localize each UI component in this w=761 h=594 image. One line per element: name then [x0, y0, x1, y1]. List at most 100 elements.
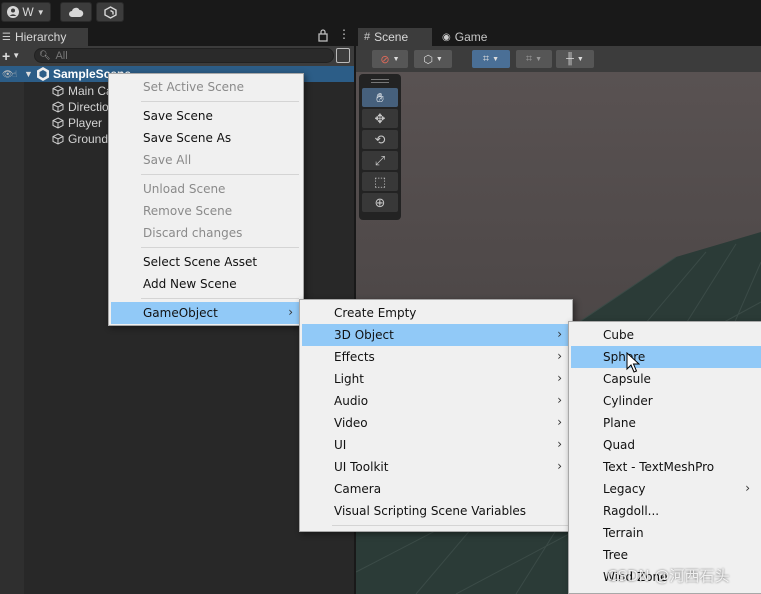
menu-item-effects[interactable]: Effects › — [302, 346, 570, 368]
grid-snap-icon: ⌗ — [482, 52, 490, 65]
menu-item-legacy[interactable]: Legacy › — [571, 478, 761, 500]
expand-arrow-icon[interactable]: ▼ — [24, 69, 36, 79]
tab-scene[interactable]: # Scene — [358, 28, 432, 46]
menu-item-label: Legacy — [603, 482, 646, 496]
gizmo-space-button[interactable]: ⬡ ▼ — [414, 50, 452, 68]
menu-item-quad[interactable]: Quad — [571, 434, 761, 456]
collab-icon — [103, 5, 117, 19]
transform-tool-button[interactable]: ⊕ — [362, 193, 398, 212]
chevron-right-icon: › — [557, 371, 562, 385]
menu-item-light[interactable]: Light › — [302, 368, 570, 390]
rect-tool-button[interactable]: ⬚ — [362, 172, 398, 191]
hand-icon: ✋︎ — [376, 89, 384, 105]
menu-item-camera[interactable]: Camera — [302, 478, 570, 500]
grid-snap-button[interactable]: ⌗ ▼ — [472, 50, 510, 68]
menu-item-gameobject[interactable]: GameObject › — [111, 302, 301, 324]
menu-item-cylinder[interactable]: Cylinder — [571, 390, 761, 412]
tool-strip-handle[interactable] — [371, 79, 389, 83]
menu-item-discard-changes[interactable]: Discard changes — [111, 222, 301, 244]
account-icon — [7, 6, 20, 18]
3d-object-submenu: Cube Sphere Capsule Cylinder Plane Quad … — [568, 321, 761, 594]
menu-item-save-scene[interactable]: Save Scene — [111, 105, 301, 127]
menu-item-video[interactable]: Video › — [302, 412, 570, 434]
hierarchy-item-label: Player — [68, 116, 103, 130]
transform-icon: ⊕ — [374, 194, 386, 210]
menu-item-save-scene-as[interactable]: Save Scene As — [111, 127, 301, 149]
scale-tool-button[interactable]: ⤢ — [362, 151, 398, 170]
increment-snap-button[interactable]: ⌗ ▼ — [516, 50, 552, 68]
snap-icon: ⌗ — [525, 52, 533, 65]
menu-item-label: Quad — [603, 438, 636, 452]
menu-item-cube[interactable]: Cube — [571, 324, 761, 346]
watermark: CSDN @河西石头 — [607, 567, 730, 585]
tab-scene-label: Scene — [374, 30, 409, 44]
menu-item-ragdoll[interactable]: Ragdoll... — [571, 500, 761, 522]
chevron-down-icon: ▼ — [492, 55, 500, 63]
scene-context-menu: Set Active Scene Save Scene Save Scene A… — [108, 73, 304, 326]
tab-game-label: Game — [454, 30, 488, 44]
menu-item-ui-toolkit[interactable]: UI Toolkit › — [302, 456, 570, 478]
ruler-button[interactable]: ╫ ▼ — [556, 50, 594, 68]
menu-item-tree[interactable]: Tree — [571, 544, 761, 566]
chevron-right-icon: › — [745, 481, 750, 495]
top-toolbar: W ▼ — [0, 0, 761, 26]
menu-item-label: Terrain — [603, 526, 644, 540]
move-icon: ✥ — [374, 110, 386, 126]
menu-item-label: Cylinder — [603, 394, 653, 408]
tab-hierarchy[interactable]: ☰ Hierarchy — [0, 28, 88, 46]
eye-icon[interactable]: 👁︎ — [2, 69, 13, 80]
more-options-icon[interactable]: ⋮ — [338, 27, 350, 43]
move-tool-button[interactable]: ✥ — [362, 109, 398, 128]
menu-separator — [141, 101, 299, 102]
search-placeholder: All — [55, 49, 68, 62]
menu-separator — [332, 525, 568, 526]
cube-global-icon: ⬡ — [423, 53, 433, 66]
search-input[interactable]: 🔍︎ All — [34, 48, 334, 63]
cloud-button[interactable] — [60, 2, 92, 22]
menu-item-3d-object[interactable]: 3D Object › — [302, 324, 570, 346]
menu-item-text-meshpro[interactable]: Text - TextMeshPro — [571, 456, 761, 478]
menu-item-set-active-scene[interactable]: Set Active Scene — [111, 76, 301, 98]
hierarchy-search-row: + ▼ 🔍︎ All — [0, 46, 354, 66]
scene-visibility-icon[interactable] — [336, 48, 350, 63]
menu-item-label: Save Scene As — [143, 131, 232, 145]
lock-icon[interactable] — [318, 28, 328, 42]
tab-game[interactable]: ◉ Game — [436, 28, 500, 46]
gizmo-pivot-button[interactable]: ⊘ ▼ — [372, 50, 408, 68]
account-button[interactable]: W ▼ — [1, 2, 51, 22]
hierarchy-item-label: Ground — [68, 132, 109, 146]
menu-item-unload-scene[interactable]: Unload Scene — [111, 178, 301, 200]
create-button[interactable]: + ▼ — [2, 47, 24, 64]
menu-item-ui[interactable]: UI › — [302, 434, 570, 456]
pick-icon[interactable]: ☝︎ — [12, 69, 24, 80]
list-icon: ☰ — [2, 31, 11, 43]
cube-icon — [52, 101, 64, 113]
menu-item-label: Remove Scene — [143, 204, 233, 218]
menu-item-select-scene-asset[interactable]: Select Scene Asset — [111, 251, 301, 273]
chevron-right-icon: › — [288, 305, 293, 319]
menu-item-audio[interactable]: Audio › — [302, 390, 570, 412]
rect-icon: ⬚ — [373, 173, 387, 189]
menu-item-save-all[interactable]: Save All — [111, 149, 301, 171]
chevron-right-icon: › — [557, 459, 562, 473]
menu-item-visual-scripting-scene-variables[interactable]: Visual Scripting Scene Variables — [302, 500, 570, 522]
menu-item-capsule[interactable]: Capsule — [571, 368, 761, 390]
menu-item-label: Select Scene Asset — [143, 255, 258, 269]
menu-item-add-new-scene[interactable]: Add New Scene — [111, 273, 301, 295]
menu-item-terrain[interactable]: Terrain — [571, 522, 761, 544]
chevron-right-icon: › — [557, 393, 562, 407]
menu-item-create-empty[interactable]: Create Empty — [302, 302, 570, 324]
menu-item-label: Visual Scripting Scene Variables — [334, 504, 527, 518]
menu-item-plane[interactable]: Plane — [571, 412, 761, 434]
chevron-down-icon: ▼ — [12, 51, 21, 60]
rotate-tool-button[interactable]: ⟲ — [362, 130, 398, 149]
menu-item-label: Plane — [603, 416, 636, 430]
menu-item-remove-scene[interactable]: Remove Scene — [111, 200, 301, 222]
hierarchy-tab-label: Hierarchy — [14, 30, 67, 44]
cube-icon — [52, 117, 64, 129]
menu-item-label: Discard changes — [143, 226, 243, 240]
menu-item-sphere[interactable]: Sphere — [571, 346, 761, 368]
collab-button[interactable] — [96, 2, 124, 22]
chevron-down-icon: ▼ — [535, 55, 543, 63]
hand-tool-button[interactable]: ✋︎ — [362, 88, 398, 107]
